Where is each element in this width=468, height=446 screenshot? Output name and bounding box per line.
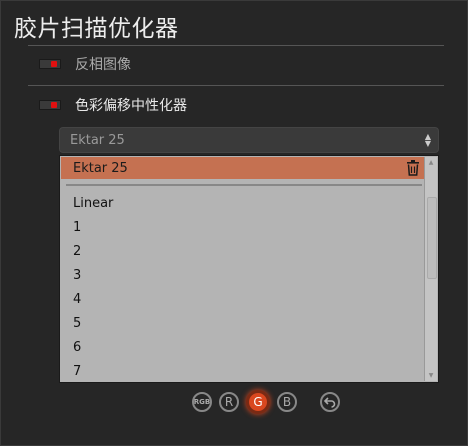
preset-select-value: Ektar 25 <box>70 132 125 148</box>
channel-g-button[interactable]: G <box>246 390 270 414</box>
chevron-updown-icon: ▲ ▼ <box>424 132 431 148</box>
list-item[interactable]: 5 <box>73 312 113 336</box>
reset-icon[interactable] <box>320 392 340 412</box>
neutralizer-label: 色彩偏移中性化器 <box>75 98 187 114</box>
dropdown-selected-label: Ektar 25 <box>73 160 128 176</box>
dropdown-scrollbar[interactable]: ▲ ▼ <box>424 157 437 381</box>
list-item[interactable]: 3 <box>73 264 113 288</box>
dropdown-selected-item[interactable]: Ektar 25 <box>61 157 426 179</box>
channel-b-button[interactable]: B <box>277 392 297 412</box>
preset-select[interactable]: Ektar 25 ▲ ▼ <box>59 127 439 153</box>
film-scan-optimizer-panel: 胶片扫描优化器 反相图像 色彩偏移中性化器 Ektar 25 ▲ ▼ Ektar … <box>0 0 468 446</box>
neutralizer-toggle[interactable] <box>39 100 61 110</box>
preset-dropdown-list[interactable]: Ektar 25 Linear 1 2 3 4 5 6 7 ▲ ▼ <box>59 155 439 383</box>
list-item[interactable]: 4 <box>73 288 113 312</box>
scroll-up-icon[interactable]: ▲ <box>427 159 435 166</box>
invert-label: 反相图像 <box>75 57 131 73</box>
list-item[interactable]: 6 <box>73 336 113 360</box>
list-item[interactable]: 1 <box>73 216 113 240</box>
list-item[interactable]: 2 <box>73 240 113 264</box>
dropdown-items: Linear 1 2 3 4 5 6 7 <box>73 192 113 382</box>
panel-title: 胶片扫描优化器 <box>14 16 179 42</box>
option-invert[interactable]: 反相图像 <box>39 54 131 74</box>
channel-rgb-button[interactable]: RGB <box>192 392 212 412</box>
dropdown-separator <box>66 184 422 186</box>
divider <box>28 85 444 86</box>
channel-selector: RGB R G B <box>192 390 340 414</box>
scroll-down-icon[interactable]: ▼ <box>427 372 435 379</box>
invert-toggle[interactable] <box>39 59 61 69</box>
option-neutralizer[interactable]: 色彩偏移中性化器 <box>39 95 187 115</box>
divider <box>28 45 444 46</box>
list-item[interactable]: 7 <box>73 360 113 382</box>
channel-r-button[interactable]: R <box>219 392 239 412</box>
list-item[interactable]: Linear <box>73 192 113 216</box>
trash-icon[interactable] <box>406 160 420 176</box>
scrollbar-thumb[interactable] <box>427 197 437 279</box>
